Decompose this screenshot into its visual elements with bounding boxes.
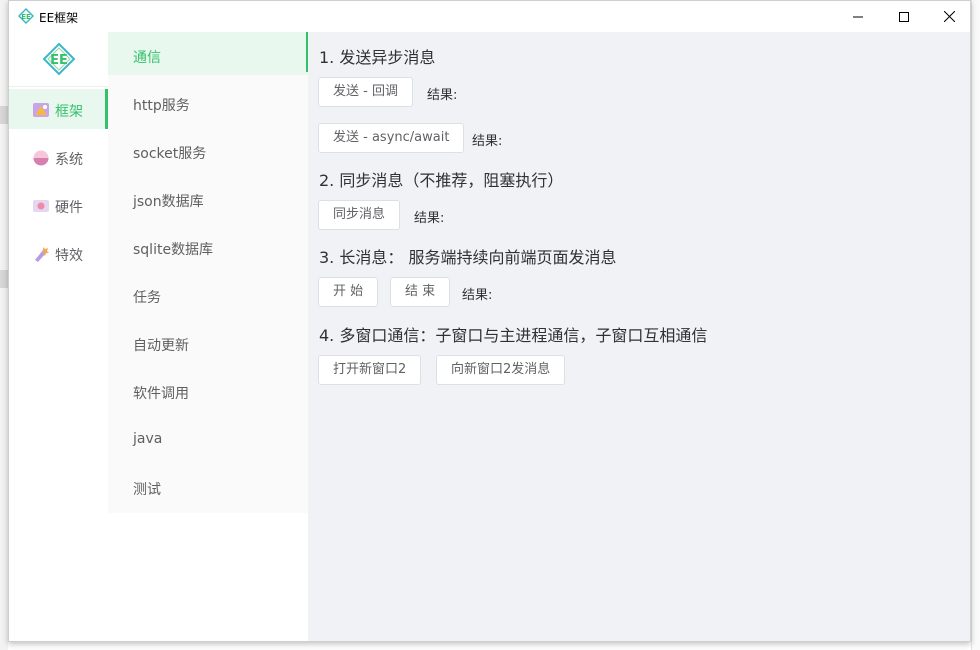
nav2-item-http[interactable]: http服务 <box>108 80 308 128</box>
nav-logo: EE <box>9 32 108 87</box>
minimize-icon <box>853 16 863 17</box>
nav2-item-label: java <box>133 431 163 447</box>
close-button[interactable] <box>926 1 972 32</box>
nav2-item-label: 任务 <box>133 290 161 306</box>
nav2-item-label: 软件调用 <box>133 386 189 402</box>
open-window2-button[interactable]: 打开新窗口2 <box>318 355 422 385</box>
hardware-icon <box>33 200 49 212</box>
nav2-item-label: 通信 <box>133 50 161 66</box>
nav2-item-label: sqlite数据库 <box>133 242 214 258</box>
result1-label: 结果: <box>427 88 458 103</box>
section4-title: 4. 多窗口通信：子窗口与主进程通信，子窗口互相通信 <box>319 326 708 345</box>
nav2-item-socket[interactable]: socket服务 <box>108 128 308 176</box>
maximize-icon <box>899 11 909 22</box>
title-bar: EE EE框架 <box>9 1 970 32</box>
framework-icon <box>33 103 49 117</box>
section3-title: 3. 长消息： 服务端持续向前端页面发消息 <box>319 248 617 267</box>
nav1-item-framework[interactable]: 框架 <box>9 89 108 129</box>
result2-label: 结果: <box>472 134 503 149</box>
effects-icon <box>35 247 49 262</box>
window-title: EE框架 <box>39 11 79 25</box>
nav2-item-jobs[interactable]: 任务 <box>108 272 308 320</box>
svg-text:EE: EE <box>50 53 68 68</box>
ee-logo-icon: EE <box>42 42 75 76</box>
result3-label: 结果: <box>414 211 445 226</box>
nav2-item-test[interactable]: 测试 <box>108 464 308 512</box>
send-callback-button[interactable]: 发送 - 回调 <box>318 77 413 107</box>
secondary-nav-list: 通信 http服务 socket服务 json数据库 sqlite数据库 任务 … <box>108 32 309 513</box>
nav2-item-label: http服务 <box>133 98 190 114</box>
start-button[interactable]: 开 始 <box>318 277 379 307</box>
desktop-background-right <box>971 0 980 650</box>
nav2-item-sqlite-db[interactable]: sqlite数据库 <box>108 224 308 272</box>
app-logo-icon: EE <box>18 8 34 24</box>
nav1-item-hardware[interactable]: 硬件 <box>9 185 108 225</box>
desktop-background-left <box>0 0 8 650</box>
nav1-item-label: 系统 <box>55 152 83 168</box>
nav1-item-label: 硬件 <box>55 200 83 216</box>
result4-label: 结果: <box>462 288 493 303</box>
secondary-nav: 通信 http服务 socket服务 json数据库 sqlite数据库 任务 … <box>108 32 309 641</box>
nav2-item-java[interactable]: java <box>108 416 308 464</box>
nav1-item-label: 框架 <box>55 104 83 120</box>
nav2-item-json-db[interactable]: json数据库 <box>108 176 308 224</box>
nav1-item-label: 特效 <box>55 248 83 264</box>
send-to-window2-button[interactable]: 向新窗口2发消息 <box>436 355 566 385</box>
close-icon <box>943 11 955 22</box>
nav2-item-label: json数据库 <box>133 194 204 210</box>
send-async-button[interactable]: 发送 - async/await <box>318 123 465 153</box>
app-window: EE EE框架 EE 框架 系统 硬件 特效 通信 http服务 socket服… <box>8 0 971 642</box>
section2-title: 2. 同步消息（不推荐，阻塞执行） <box>319 171 564 190</box>
nav2-item-label: socket服务 <box>133 146 207 162</box>
section1-title: 1. 发送异步消息 <box>319 48 436 67</box>
nav1-item-system[interactable]: 系统 <box>9 137 108 177</box>
nav2-item-auto-update[interactable]: 自动更新 <box>108 320 308 368</box>
nav2-item-label: 自动更新 <box>133 338 189 354</box>
nav2-item-ipc[interactable]: 通信 <box>108 32 309 75</box>
minimize-button[interactable] <box>835 1 881 32</box>
sync-message-button[interactable]: 同步消息 <box>318 200 401 230</box>
nav1-item-effects[interactable]: 特效 <box>9 233 108 273</box>
main-content: 1. 发送异步消息 发送 - 回调 结果: 发送 - async/await 结… <box>308 32 970 641</box>
maximize-button[interactable] <box>881 1 927 32</box>
end-button[interactable]: 结 束 <box>390 277 451 307</box>
primary-nav: EE 框架 系统 硬件 特效 <box>9 32 109 641</box>
nav2-item-software-call[interactable]: 软件调用 <box>108 368 308 416</box>
nav2-item-label: 测试 <box>133 482 161 498</box>
system-icon <box>33 150 49 166</box>
svg-text:EE: EE <box>21 13 31 21</box>
